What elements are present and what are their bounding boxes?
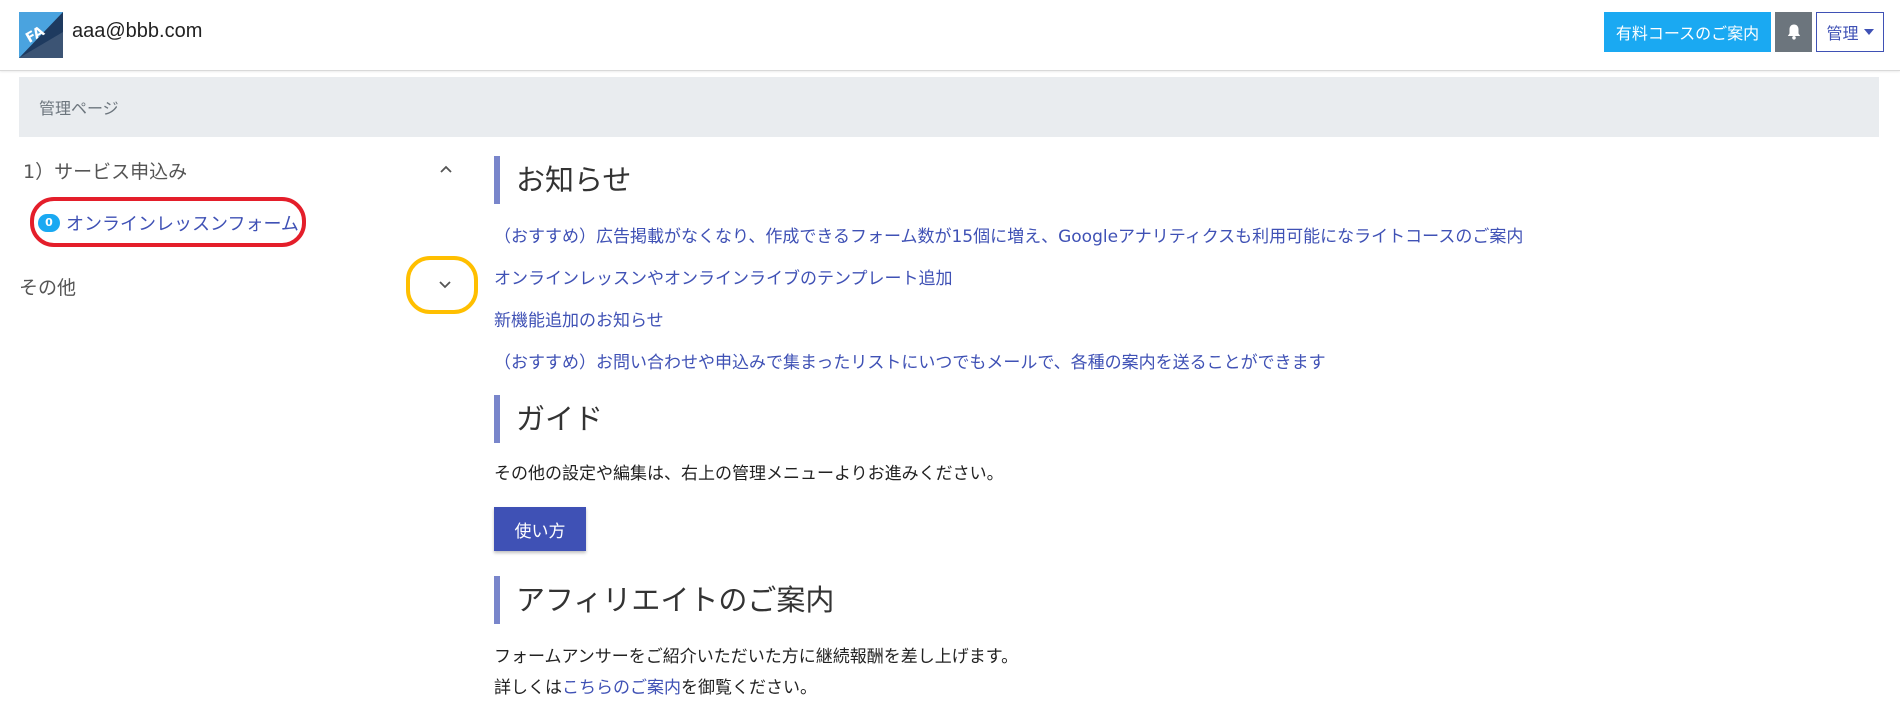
breadcrumb-item: 管理ページ: [39, 99, 119, 118]
affiliate-details-prefix: 詳しくは: [494, 678, 562, 698]
sidebar-section-other[interactable]: その他: [19, 273, 76, 300]
logo-icon[interactable]: FA: [19, 12, 63, 58]
breadcrumb: 管理ページ: [19, 77, 1879, 137]
affiliate-details: 詳しくはこちらのご案内を御覧ください。: [494, 673, 817, 698]
chevron-up-icon[interactable]: [438, 161, 454, 177]
news-heading: お知らせ: [494, 156, 631, 204]
notification-button[interactable]: [1775, 12, 1812, 52]
news-link[interactable]: （おすすめ）広告掲載がなくなり、作成できるフォーム数が15個に増え、Google…: [494, 222, 1523, 247]
caret-down-icon: [1863, 29, 1874, 35]
affiliate-details-suffix: を御覧ください。: [681, 678, 817, 698]
news-link[interactable]: 新機能追加のお知らせ: [494, 306, 664, 331]
how-to-use-button[interactable]: 使い方: [494, 507, 586, 551]
admin-menu-label: 管理: [1826, 24, 1859, 43]
user-email: aaa@bbb.com: [72, 20, 203, 42]
admin-menu-button[interactable]: 管理: [1816, 12, 1884, 52]
chevron-down-icon[interactable]: [437, 279, 453, 291]
sidebar-section-service[interactable]: 1）サービス申込み: [23, 157, 187, 184]
bell-icon: [1787, 24, 1800, 40]
affiliate-heading: アフィリエイトのご案内: [494, 576, 834, 624]
news-link[interactable]: （おすすめ）お問い合わせや申込みで集まったリストにいつでもメールで、各種の案内を…: [494, 348, 1326, 373]
highlight-annotation-red: [30, 197, 306, 247]
guide-heading: ガイド: [494, 395, 603, 443]
guide-text: その他の設定や編集は、右上の管理メニューよりお進みください。: [494, 464, 1004, 484]
affiliate-guide-link[interactable]: こちらのご案内: [562, 678, 681, 698]
affiliate-text: フォームアンサーをご紹介いただいた方に継続報酬を差し上げます。: [494, 647, 1019, 667]
top-navbar: FA aaa@bbb.com 有料コースのご案内 管理: [0, 0, 1900, 71]
paid-course-button[interactable]: 有料コースのご案内: [1604, 12, 1771, 52]
news-link[interactable]: オンラインレッスンやオンラインライブのテンプレート追加: [494, 264, 953, 289]
